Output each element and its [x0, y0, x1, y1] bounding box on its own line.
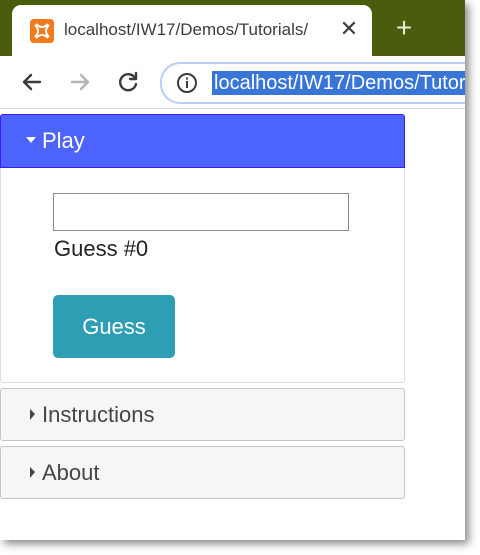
browser-toolbar: localhost/IW17/Demos/Tutorials/ — [0, 56, 465, 109]
accordion-label: Instructions — [42, 402, 155, 427]
caret-right-icon — [30, 467, 35, 478]
back-arrow-icon[interactable] — [18, 68, 46, 96]
tab-title: localhost/IW17/Demos/Tutorials/ — [64, 20, 309, 39]
guess-counter: Guess #0 — [54, 236, 149, 261]
info-icon[interactable] — [176, 72, 198, 94]
browser-tab[interactable]: localhost/IW17/Demos/Tutorials/ ✕ — [12, 5, 372, 56]
accordion-label: About — [42, 460, 100, 485]
forward-arrow-icon[interactable] — [66, 68, 94, 96]
address-bar[interactable]: localhost/IW17/Demos/Tutorials/ — [160, 62, 465, 104]
tab-strip: localhost/IW17/Demos/Tutorials/ ✕ + — [0, 0, 465, 56]
url-text[interactable]: localhost/IW17/Demos/Tutorials/ — [212, 71, 465, 95]
accordion-label: Play — [42, 128, 85, 153]
reload-icon[interactable] — [114, 68, 142, 96]
caret-right-icon — [30, 409, 35, 420]
accordion-panel-play: Guess #0 Guess — [0, 168, 405, 383]
new-tab-icon[interactable]: + — [390, 13, 418, 43]
accordion-header-instructions[interactable]: Instructions — [0, 388, 405, 441]
guess-button[interactable]: Guess — [53, 295, 175, 358]
xampp-icon — [30, 19, 54, 43]
browser-window: localhost/IW17/Demos/Tutorials/ ✕ + loca… — [0, 0, 465, 540]
caret-down-icon — [26, 137, 36, 143]
guess-input[interactable] — [53, 193, 349, 231]
accordion-header-about[interactable]: About — [0, 446, 405, 499]
close-icon[interactable]: ✕ — [337, 16, 361, 42]
accordion-header-play[interactable]: Play — [0, 114, 405, 168]
